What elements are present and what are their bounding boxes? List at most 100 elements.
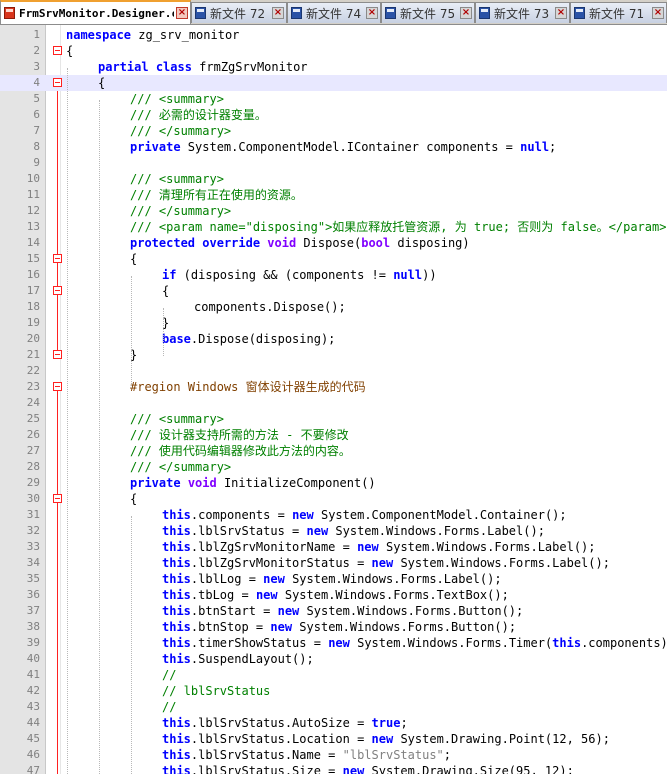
code-text: this.lblSrvStatus.Name = "lblSrvStatus"; <box>162 747 451 763</box>
line-number: 30 <box>26 492 40 505</box>
code-line[interactable]: 13 /// <param name="disposing">如果应释放托管资源,… <box>0 219 667 235</box>
code-token: namespace <box>66 28 132 42</box>
tab-2[interactable]: 新文件 74 × <box>287 2 381 23</box>
code-line[interactable]: 27 /// 使用代码编辑器修改此方法的内容。 <box>0 443 667 459</box>
code-line[interactable]: 42 // lblSrvStatus <box>0 683 667 699</box>
code-token: /// <summary> <box>130 412 224 426</box>
code-text: base.Dispose(disposing); <box>162 331 335 347</box>
code-line[interactable]: 31 this.components = new System.Component… <box>0 507 667 523</box>
code-token: System.Windows.Forms.Label(); <box>328 524 545 538</box>
code-line[interactable]: 36 this.tbLog = new System.Windows.Forms.… <box>0 587 667 603</box>
code-line[interactable]: 47 this.lblSrvStatus.Size = new System.Dr… <box>0 763 667 774</box>
code-token: .components = <box>190 508 293 522</box>
line-number: 9 <box>33 156 40 169</box>
code-line[interactable]: 17 { <box>0 283 667 299</box>
code-line[interactable]: 40 this.SuspendLayout(); <box>0 651 667 667</box>
code-line[interactable]: 6 /// 必需的设计器变量。 <box>0 107 667 123</box>
code-line[interactable]: 35 this.lblLog = new System.Windows.Forms… <box>0 571 667 587</box>
code-text: /// <summary> <box>130 411 224 427</box>
code-line[interactable]: 8 private System.ComponentModel.IContaine… <box>0 139 667 155</box>
code-line[interactable]: 46 this.lblSrvStatus.Name = "lblSrvStatus… <box>0 747 667 763</box>
close-tab-icon[interactable]: × <box>652 7 664 19</box>
line-number: 45 <box>26 732 40 745</box>
code-editor[interactable]: 1 namespace zg_srv_monitor 2{3 partial clas… <box>0 25 667 774</box>
tab-1[interactable]: 新文件 72 × <box>191 2 287 23</box>
code-line[interactable]: 2{ <box>0 43 667 59</box>
code-text: this.lblSrvStatus.Location = new System.… <box>162 731 610 747</box>
line-number: 31 <box>26 508 40 521</box>
code-token: this <box>162 652 191 666</box>
code-line[interactable]: 7 /// </summary> <box>0 123 667 139</box>
line-number: 39 <box>26 636 40 649</box>
code-line[interactable]: 4{ <box>0 75 667 91</box>
fold-collapse-icon[interactable] <box>53 350 62 359</box>
tab-5[interactable]: 新文件 71 × <box>570 2 667 23</box>
line-number: 23 <box>26 380 40 393</box>
code-line[interactable]: 39 this.timerShowStatus = new System.Wind… <box>0 635 667 651</box>
code-line[interactable]: 14 protected override void Dispose(bool d… <box>0 235 667 251</box>
code-token: null <box>520 140 550 154</box>
code-line[interactable]: 37 this.btnStart = new System.Windows.For… <box>0 603 667 619</box>
code-line[interactable]: 3 partial class frmZgSrvMonitor <box>0 59 667 75</box>
code-line[interactable]: 21} <box>0 347 667 363</box>
line-number: 1 <box>33 28 40 41</box>
tab-0[interactable]: FrmSrvMonitor.Designer.cs × <box>0 0 191 24</box>
code-token: new <box>270 620 293 634</box>
fold-collapse-icon[interactable] <box>53 382 62 391</box>
code-line[interactable]: 43 // <box>0 699 667 715</box>
code-line[interactable]: 34 this.lblZgSrvMonitorStatus = new Syste… <box>0 555 667 571</box>
code-line[interactable]: 26 /// 设计器支持所需的方法 - 不要修改 <box>0 427 667 443</box>
code-line[interactable]: 1 namespace zg_srv_monitor <box>0 27 667 43</box>
code-line[interactable]: 16 if (disposing && (components != null)) <box>0 267 667 283</box>
code-token: { <box>162 284 170 298</box>
code-token: class <box>155 60 192 74</box>
code-token: null <box>393 268 423 282</box>
save-disk-icon <box>385 7 396 19</box>
code-line[interactable]: 33 this.lblZgSrvMonitorName = new System.… <box>0 539 667 555</box>
code-token: base <box>162 332 191 346</box>
tab-4[interactable]: 新文件 73 × <box>475 2 570 23</box>
code-line[interactable]: 11 /// 清理所有正在使用的资源。 <box>0 187 667 203</box>
code-line[interactable]: 44 this.lblSrvStatus.AutoSize = true; <box>0 715 667 731</box>
code-line[interactable]: 19} <box>0 315 667 331</box>
line-number: 18 <box>26 300 40 313</box>
indent-guide <box>99 100 100 774</box>
code-token: System.Drawing.Size(95, 12); <box>364 764 574 774</box>
line-number: 35 <box>26 572 40 585</box>
code-line[interactable]: 23 #region Windows 窗体设计器生成的代码 <box>0 379 667 395</box>
close-tab-icon[interactable]: × <box>460 7 472 19</box>
line-number: 2 <box>33 44 40 57</box>
indent-guide <box>131 516 132 774</box>
close-tab-icon[interactable]: × <box>176 7 188 19</box>
tab-3[interactable]: 新文件 75 × <box>381 2 475 23</box>
code-line[interactable]: 22 <box>0 363 667 379</box>
code-line[interactable]: 41 // <box>0 667 667 683</box>
code-line[interactable]: 5 /// <summary> <box>0 91 667 107</box>
code-line[interactable]: 9 <box>0 155 667 171</box>
code-line[interactable]: 18 components.Dispose(); <box>0 299 667 315</box>
code-line[interactable]: 29 private void InitializeComponent() <box>0 475 667 491</box>
code-line[interactable]: 32 this.lblSrvStatus = new System.Windows… <box>0 523 667 539</box>
code-token: /// </summary> <box>130 124 232 138</box>
code-line[interactable]: 20 base.Dispose(disposing); <box>0 331 667 347</box>
fold-collapse-icon[interactable] <box>53 286 62 295</box>
code-line[interactable]: 38 this.btnStop = new System.Windows.Form… <box>0 619 667 635</box>
close-tab-icon[interactable]: × <box>272 7 284 19</box>
fold-collapse-icon[interactable] <box>53 46 62 55</box>
fold-collapse-icon[interactable] <box>53 254 62 263</box>
code-line[interactable]: 45 this.lblSrvStatus.Location = new Syste… <box>0 731 667 747</box>
code-line[interactable]: 12 /// </summary> <box>0 203 667 219</box>
code-token: new <box>292 508 314 522</box>
code-line[interactable]: 15 { <box>0 251 667 267</box>
code-line[interactable]: 25 /// <summary> <box>0 411 667 427</box>
close-tab-icon[interactable]: × <box>555 7 567 19</box>
close-tab-icon[interactable]: × <box>366 7 378 19</box>
fold-collapse-icon[interactable] <box>53 494 62 503</box>
line-number: 36 <box>26 588 40 601</box>
code-line[interactable]: 28 /// </summary> <box>0 459 667 475</box>
fold-collapse-icon[interactable] <box>53 78 62 87</box>
code-line[interactable]: 24 <box>0 395 667 411</box>
code-line[interactable]: 30 { <box>0 491 667 507</box>
code-token: new <box>342 764 365 774</box>
code-line[interactable]: 10 /// <summary> <box>0 171 667 187</box>
